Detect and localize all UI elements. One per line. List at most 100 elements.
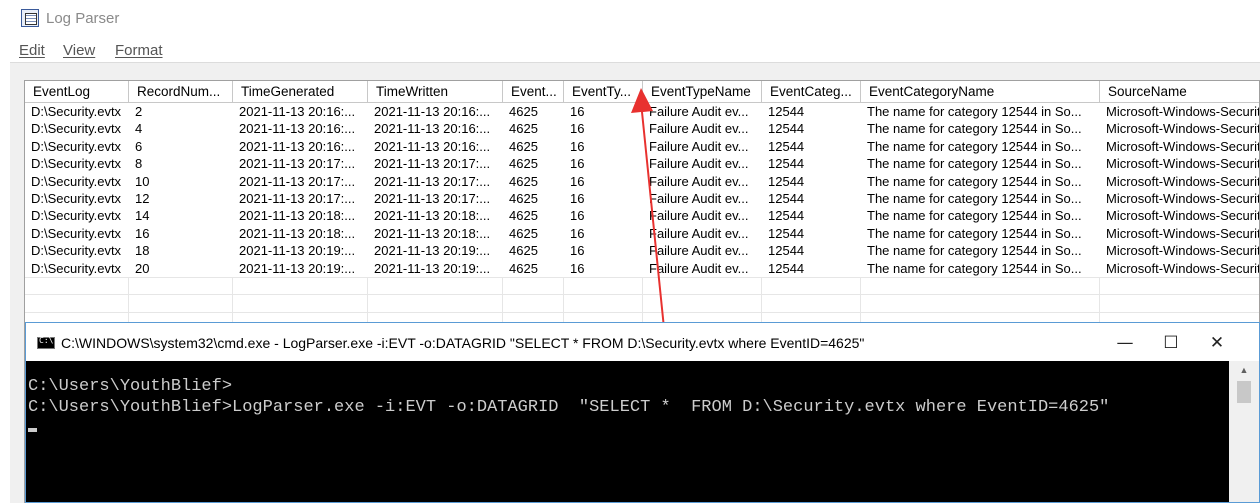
cell-recordnumber: 4 (135, 121, 143, 137)
cell-timegenerated: 2021-11-13 20:19:... (239, 260, 356, 276)
cell-eventtypename: Failure Audit ev... (649, 156, 749, 172)
column-header-timegenerated[interactable]: TimeGenerated (233, 81, 368, 103)
cell-sourcename: Microsoft-Windows-Security-Auditing (1106, 260, 1259, 276)
console-output[interactable]: C:\Users\YouthBlief> C:\Users\YouthBlief… (26, 361, 1229, 502)
menu-view[interactable]: View (63, 42, 95, 59)
column-header-eventcategory[interactable]: EventCateg... (762, 81, 861, 103)
table-row[interactable]: D:\Security.evtx 12 2021-11-13 20:17:... 20… (25, 190, 1259, 207)
menu-bar: Edit View Format (0, 40, 1260, 62)
cmd-titlebar[interactable]: C:\WINDOWS\system32\cmd.exe - LogParser.… (26, 323, 1259, 361)
cell-recordnumber: 10 (135, 173, 150, 189)
table-row[interactable]: D:\Security.evtx 18 2021-11-13 20:19:... 20… (25, 242, 1259, 259)
table-row[interactable]: D:\Security.evtx 20 2021-11-13 20:19:... 20… (25, 260, 1259, 277)
cell-eventtypename: Failure Audit ev... (649, 104, 749, 119)
cell-eventcategoryname: The name for category 12544 in So... (867, 156, 1082, 172)
grid-header: EventLog RecordNum... TimeGenerated TimeWri… (25, 81, 1259, 103)
cell-eventcategory: 12544 (768, 191, 805, 206)
text-cursor (28, 428, 37, 432)
cell-eventtype: 16 (570, 138, 585, 154)
cell-eventcategory: 12544 (768, 225, 805, 241)
cell-eventtypename: Failure Audit ev... (649, 173, 749, 189)
log-parser-app-icon (21, 9, 39, 27)
cell-eventlog: D:\Security.evtx (31, 260, 122, 276)
cell-sourcename: Microsoft-Windows-Security-Auditing (1106, 104, 1259, 119)
cell-eventlog: D:\Security.evtx (31, 121, 122, 137)
cell-eventlog: D:\Security.evtx (31, 208, 122, 224)
cell-timewritten: 2021-11-13 20:16:... (374, 138, 491, 154)
cell-eventcategoryname: The name for category 12544 in So... (867, 104, 1082, 119)
cell-sourcename: Microsoft-Windows-Security-Auditing (1106, 191, 1259, 206)
column-header-eventtype[interactable]: EventTy... (564, 81, 643, 103)
cell-recordnumber: 6 (135, 138, 143, 154)
cell-eventtype: 16 (570, 225, 585, 241)
cell-sourcename: Microsoft-Windows-Security-Auditing (1106, 138, 1259, 154)
cmd-window-title: C:\WINDOWS\system32\cmd.exe - LogParser.… (61, 335, 865, 351)
window-title: Log Parser (46, 10, 120, 27)
cell-eventtype: 16 (570, 121, 585, 137)
cell-eventtypename: Failure Audit ev... (649, 208, 749, 224)
cell-eventid: 4625 (509, 156, 538, 172)
console-scrollbar[interactable]: ▲ (1229, 361, 1259, 502)
menu-edit[interactable]: Edit (19, 42, 45, 59)
cell-eventtypename: Failure Audit ev... (649, 191, 749, 206)
cell-timegenerated: 2021-11-13 20:17:... (239, 173, 356, 189)
cell-eventcategory: 12544 (768, 104, 805, 119)
cell-eventlog: D:\Security.evtx (31, 104, 122, 119)
table-row[interactable]: D:\Security.evtx 16 2021-11-13 20:18:... 20… (25, 225, 1259, 242)
column-header-eventlog[interactable]: EventLog (25, 81, 129, 103)
cell-recordnumber: 16 (135, 225, 150, 241)
cell-eventcategory: 12544 (768, 156, 805, 172)
cell-eventtype: 16 (570, 243, 585, 259)
cell-eventlog: D:\Security.evtx (31, 225, 122, 241)
scroll-thumb[interactable] (1237, 381, 1251, 403)
cell-eventlog: D:\Security.evtx (31, 191, 122, 206)
column-header-timewritten[interactable]: TimeWritten (368, 81, 503, 103)
column-header-eventid[interactable]: Event... (503, 81, 564, 103)
table-row[interactable]: D:\Security.evtx 4 2021-11-13 20:16:... 202… (25, 120, 1259, 137)
console-cursor-line (28, 419, 1229, 440)
cell-sourcename: Microsoft-Windows-Security-Auditing (1106, 156, 1259, 172)
cell-eventcategoryname: The name for category 12544 in So... (867, 225, 1082, 241)
cell-eventtype: 16 (570, 104, 585, 119)
cell-eventid: 4625 (509, 243, 538, 259)
cell-sourcename: Microsoft-Windows-Security-Auditing (1106, 243, 1259, 259)
cell-eventcategoryname: The name for category 12544 in So... (867, 260, 1082, 276)
cell-eventid: 4625 (509, 121, 538, 137)
cell-eventtype: 16 (570, 173, 585, 189)
cell-timewritten: 2021-11-13 20:16:... (374, 121, 491, 137)
cell-recordnumber: 20 (135, 260, 150, 276)
log-parser-titlebar[interactable]: Log Parser (0, 0, 1260, 40)
column-header-sourcename[interactable]: SourceName (1100, 81, 1259, 103)
column-header-recordnumber[interactable]: RecordNum... (129, 81, 233, 103)
table-row[interactable]: D:\Security.evtx 10 2021-11-13 20:17:... 20… (25, 173, 1259, 190)
close-button[interactable]: ✕ (1194, 329, 1240, 357)
table-row[interactable]: D:\Security.evtx 2 2021-11-13 20:16:... 202… (25, 103, 1259, 120)
cell-timegenerated: 2021-11-13 20:16:... (239, 121, 356, 137)
cell-recordnumber: 2 (135, 104, 143, 119)
table-row[interactable]: D:\Security.evtx 8 2021-11-13 20:17:... 202… (25, 155, 1259, 172)
cmd-icon (37, 336, 55, 349)
maximize-button[interactable]: ☐ (1148, 329, 1194, 357)
cell-timewritten: 2021-11-13 20:17:... (374, 173, 491, 189)
cell-eventtype: 16 (570, 208, 585, 224)
scroll-up-icon[interactable]: ▲ (1229, 361, 1259, 379)
cell-timegenerated: 2021-11-13 20:17:... (239, 191, 356, 206)
cell-eventtypename: Failure Audit ev... (649, 121, 749, 137)
minimize-button[interactable]: — (1102, 329, 1148, 357)
column-header-eventtypename[interactable]: EventTypeName (643, 81, 762, 103)
cell-eventcategoryname: The name for category 12544 in So... (867, 138, 1082, 154)
cell-sourcename: Microsoft-Windows-Security-Auditing (1106, 121, 1259, 137)
table-row[interactable]: D:\Security.evtx 14 2021-11-13 20:18:... 20… (25, 207, 1259, 224)
table-row[interactable]: D:\Security.evtx 6 2021-11-13 20:16:... 202… (25, 138, 1259, 155)
cell-eventcategory: 12544 (768, 260, 805, 276)
menu-format[interactable]: Format (115, 42, 163, 59)
cell-eventlog: D:\Security.evtx (31, 138, 122, 154)
cmd-window[interactable]: C:\WINDOWS\system32\cmd.exe - LogParser.… (25, 322, 1260, 503)
cell-timegenerated: 2021-11-13 20:18:... (239, 225, 356, 241)
cell-eventtypename: Failure Audit ev... (649, 260, 749, 276)
cell-timewritten: 2021-11-13 20:18:... (374, 208, 491, 224)
column-header-eventcategoryname[interactable]: EventCategoryName (861, 81, 1100, 103)
cell-sourcename: Microsoft-Windows-Security-Auditing (1106, 225, 1259, 241)
cell-recordnumber: 18 (135, 243, 150, 259)
cell-eventcategoryname: The name for category 12544 in So... (867, 173, 1082, 189)
